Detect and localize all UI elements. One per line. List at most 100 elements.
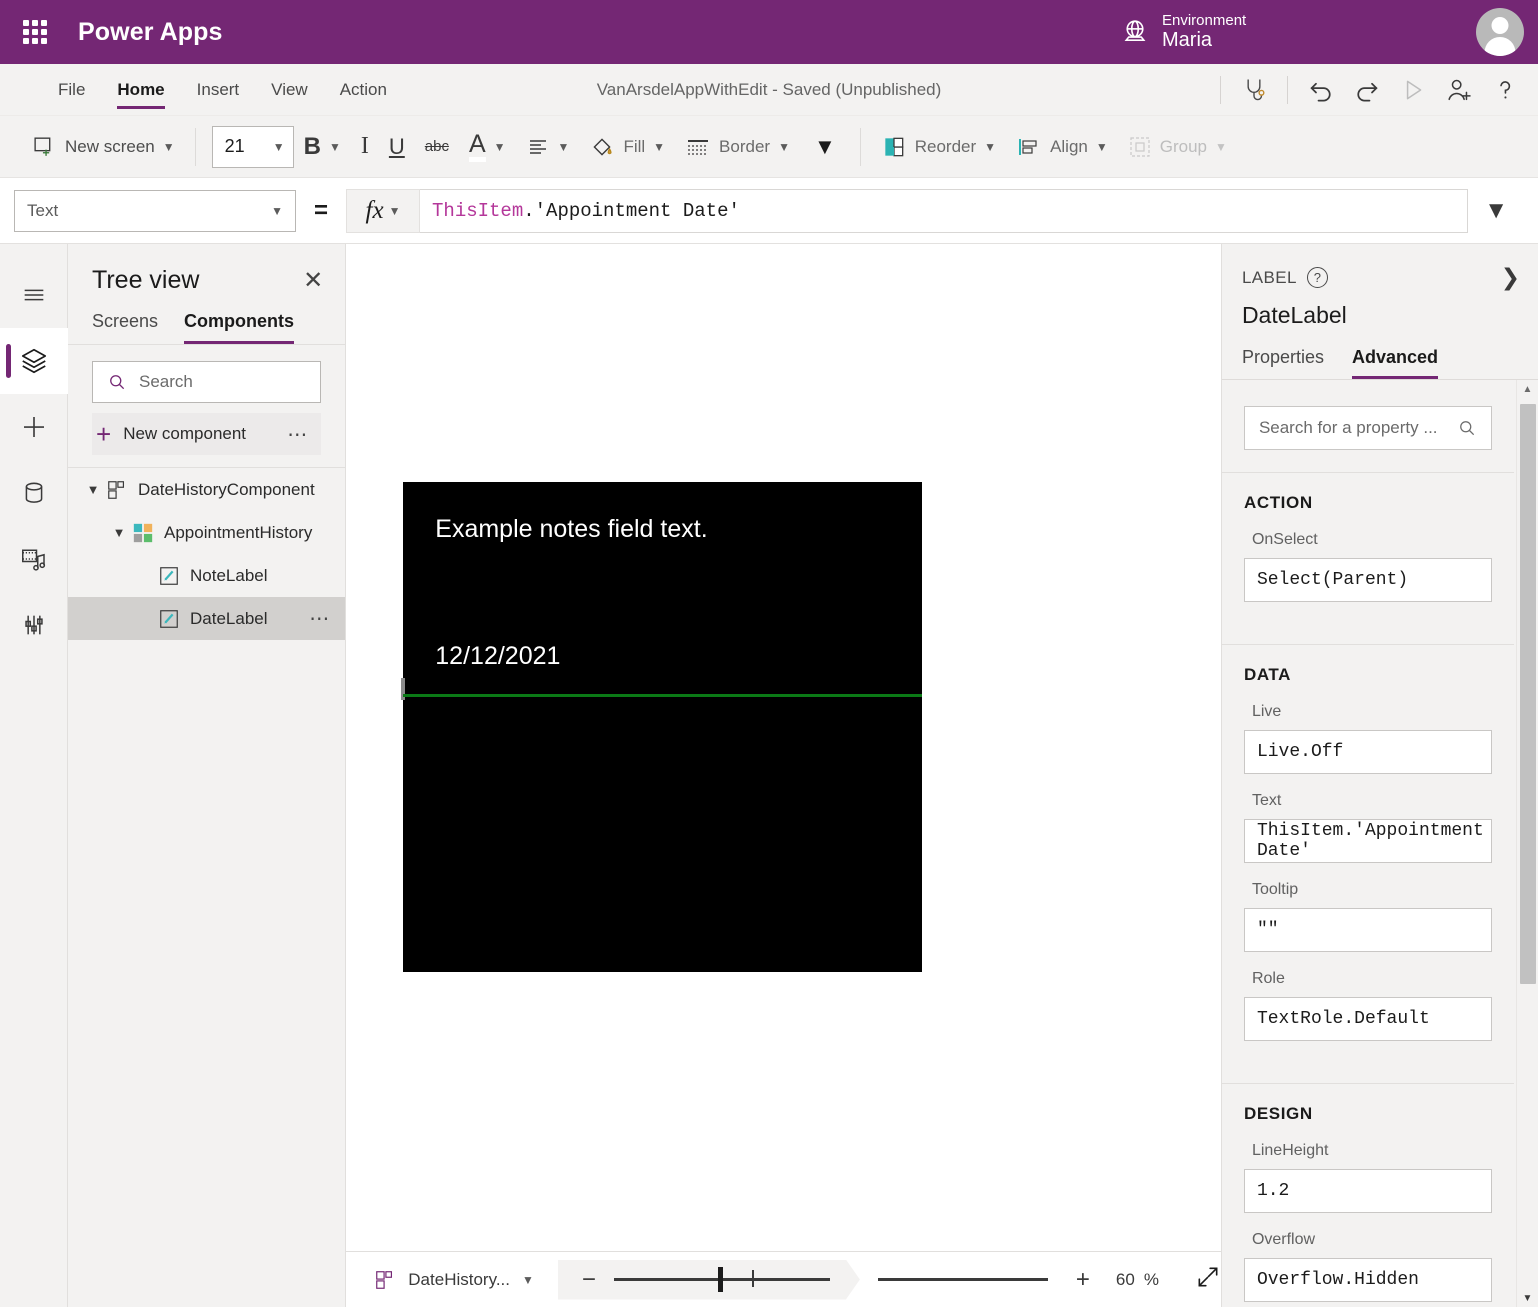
app-launcher-icon[interactable]	[18, 15, 52, 49]
field-label: LineHeight	[1251, 1142, 1329, 1159]
property-select[interactable]: Text ▼	[14, 189, 296, 232]
align-objects-icon	[1019, 138, 1037, 155]
scrollbar-thumb[interactable]	[1520, 404, 1536, 984]
bold-button[interactable]: B ▼	[294, 126, 351, 168]
formula-expand-chevron-down-icon[interactable]: ▼	[1468, 197, 1524, 225]
ellipsis-icon[interactable]: ⋯	[287, 422, 309, 447]
tab-properties[interactable]: Properties	[1242, 347, 1324, 379]
zoom-slider[interactable]	[614, 1278, 830, 1281]
media-icon[interactable]	[0, 526, 68, 592]
menu-item-home[interactable]: Home	[101, 64, 180, 116]
zoom-in-button[interactable]: +	[1066, 1267, 1100, 1292]
tree-node-datelabel[interactable]: DateLabel ⋯	[68, 597, 346, 640]
tree-view-layers-icon[interactable]	[0, 328, 68, 394]
field-label: OnSelect	[1251, 531, 1318, 548]
tree-node-datehistorycomponent[interactable]: ▼ DateHistoryComponent	[68, 468, 345, 511]
tree-node-notelabel[interactable]: NoteLabel	[68, 554, 345, 597]
chevron-down-icon: ▼	[329, 139, 341, 154]
field-input[interactable]: TextRole.Default	[1243, 997, 1492, 1041]
menu-bar: File Home Insert View Action VanArsdelAp…	[0, 64, 1538, 116]
border-icon	[688, 139, 709, 155]
app-preview-canvas[interactable]: Example notes field text. 12/12/2021	[401, 482, 923, 972]
properties-scrollbar[interactable]: ▲ ▼	[1516, 380, 1538, 1307]
field-input[interactable]: Select(Parent)	[1243, 558, 1492, 602]
zoom-slider-thumb[interactable]	[718, 1267, 723, 1292]
advanced-tools-icon[interactable]	[0, 592, 68, 658]
properties-panel-header: LABEL ? ❯ DateLabel	[1222, 244, 1538, 329]
field-input[interactable]: Overflow.Hidden	[1243, 1258, 1492, 1302]
tree-node-list: ▼ DateHistoryComponent ▼ AppointmentHist…	[68, 467, 346, 640]
share-user-icon[interactable]	[1436, 67, 1482, 113]
border-label: Border	[719, 136, 771, 156]
close-icon[interactable]: ✕	[303, 268, 323, 293]
chevron-down-icon: ▼	[1095, 139, 1108, 154]
menu-item-insert[interactable]: Insert	[181, 64, 256, 116]
tab-components[interactable]: Components	[184, 311, 295, 344]
divider-line	[403, 694, 923, 697]
search-icon	[1460, 421, 1475, 436]
avatar[interactable]	[1476, 8, 1524, 56]
ellipsis-icon[interactable]: ⋯	[309, 606, 331, 631]
hamburger-menu-icon[interactable]	[0, 262, 68, 328]
search-input[interactable]: Search	[92, 361, 322, 403]
underline-button[interactable]: U	[379, 126, 415, 168]
field-input[interactable]: ThisItem.'Appointment Date'	[1243, 819, 1492, 863]
tree-node-label: DateHistoryComponent	[138, 479, 315, 499]
app-checker-icon[interactable]	[1231, 67, 1277, 113]
field-input[interactable]: 1.2	[1243, 1169, 1492, 1213]
italic-button[interactable]: I	[351, 126, 379, 168]
field-input[interactable]: ""	[1243, 908, 1492, 952]
toolbar-overflow-chevron-down-icon[interactable]: ▼	[800, 134, 850, 160]
fill-button[interactable]: Fill ▼	[579, 126, 675, 168]
new-screen-button[interactable]: New screen ▼	[22, 126, 185, 168]
brand-title[interactable]: Power Apps	[78, 18, 223, 47]
strikethrough-button[interactable]: abc	[415, 126, 459, 168]
scroll-down-arrow[interactable]: ▼	[1517, 1289, 1538, 1307]
help-question-icon[interactable]: ?	[1306, 267, 1328, 288]
formula-input[interactable]: ThisItem .'Appointment Date'	[420, 188, 1469, 233]
chevron-down-icon[interactable]: ▼	[80, 482, 106, 497]
help-question-icon[interactable]	[1482, 67, 1528, 113]
data-sources-icon[interactable]	[0, 460, 68, 526]
environment-selector[interactable]: Environment Maria	[1120, 0, 1246, 64]
menu-item-action[interactable]: Action	[324, 64, 403, 116]
screen-selector[interactable]: DateHistory... ▼	[366, 1252, 552, 1307]
field-input[interactable]: Live.Off	[1243, 730, 1492, 774]
tree-node-appointmenthistory[interactable]: ▼ AppointmentHistory	[68, 511, 345, 554]
reorder-button[interactable]: Reorder ▼	[871, 126, 1006, 168]
zoom-slider-tail[interactable]	[877, 1278, 1048, 1281]
canvas-stage[interactable]: Example notes field text. 12/12/2021	[346, 244, 1221, 1251]
properties-panel-tabs: Properties Advanced	[1221, 347, 1538, 380]
chevron-right-icon[interactable]: ❯	[1501, 266, 1520, 289]
tree-node-label: AppointmentHistory	[164, 522, 313, 542]
chevron-down-icon[interactable]: ▼	[522, 1273, 534, 1287]
zoom-out-button[interactable]: −	[572, 1268, 606, 1292]
text-align-button[interactable]: ▼	[516, 126, 580, 168]
tab-screens[interactable]: Screens	[92, 311, 158, 344]
italic-label: I	[360, 133, 369, 159]
font-color-button[interactable]: A ▼	[459, 126, 516, 168]
insert-plus-icon[interactable]	[0, 394, 68, 460]
new-component-button[interactable]: + New component ⋯	[92, 413, 322, 455]
chevron-down-icon[interactable]: ▼	[106, 525, 132, 540]
note-label-preview[interactable]: Example notes field text.	[435, 515, 707, 544]
menu-item-label: Home	[117, 79, 165, 99]
scroll-up-arrow[interactable]: ▲	[1517, 380, 1538, 398]
group-icon	[1130, 136, 1150, 157]
undo-icon[interactable]	[1298, 67, 1344, 113]
property-search-input[interactable]: Search for a property ...	[1243, 406, 1492, 450]
preview-play-icon[interactable]	[1390, 67, 1436, 113]
border-button[interactable]: Border ▼	[675, 126, 800, 168]
fx-button[interactable]: fx ▼	[346, 188, 421, 233]
tab-advanced[interactable]: Advanced	[1351, 347, 1439, 379]
menu-item-view[interactable]: View	[255, 64, 324, 116]
menu-item-file[interactable]: File	[42, 64, 101, 116]
status-bar: DateHistory... ▼ − + 60 %	[346, 1251, 1221, 1307]
align-button[interactable]: Align ▼	[1006, 126, 1118, 168]
redo-icon[interactable]	[1344, 67, 1390, 113]
properties-scroll-content: Search for a property ... ACTION OnSelec…	[1221, 380, 1538, 1307]
fit-to-screen-icon[interactable]	[1195, 1264, 1221, 1295]
formula-identifier: ThisItem	[432, 199, 524, 222]
date-label-preview[interactable]: 12/12/2021	[435, 642, 560, 671]
font-size-select[interactable]: 21 ▼	[211, 125, 294, 168]
